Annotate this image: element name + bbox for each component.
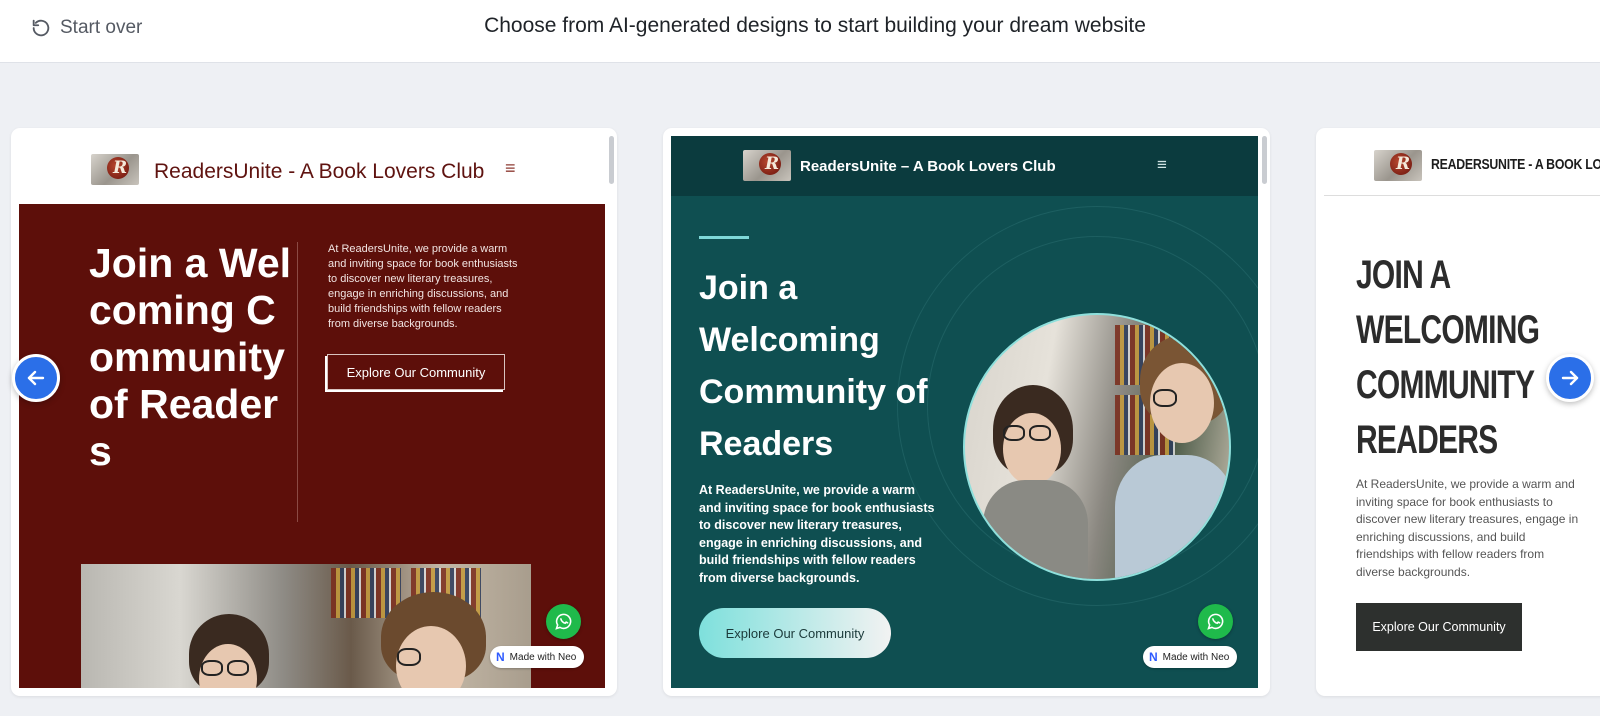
hero-headline: JOIN A WELCOMING COMMUNITY READERS bbox=[1356, 248, 1540, 468]
preview-navbar: R READERSUNITE - A BOOK LOV bbox=[1324, 136, 1600, 196]
hero-headline: Join a Welcoming Community of Readers bbox=[89, 240, 292, 474]
site-brand-name: ReadersUnite - A Book Lovers Club bbox=[154, 160, 485, 183]
hero-description: At ReadersUnite, we provide a warm and i… bbox=[1356, 477, 1579, 579]
hero-description: At ReadersUnite, we provide a warm and i… bbox=[328, 243, 518, 330]
hero-accent-rule bbox=[699, 236, 749, 239]
hero-headline-line: READERS bbox=[1356, 418, 1498, 462]
neo-logo-icon: N bbox=[1149, 650, 1158, 664]
design-card-1[interactable]: R ReadersUnite - A Book Lovers Club ≡ Jo… bbox=[11, 128, 617, 696]
hero-divider bbox=[297, 242, 298, 522]
preview-scrollbar[interactable] bbox=[609, 136, 614, 184]
previous-design-button[interactable] bbox=[12, 354, 60, 402]
design-preview-1: R ReadersUnite - A Book Lovers Club ≡ Jo… bbox=[19, 136, 605, 688]
top-bar: Start over Choose from AI-generated desi… bbox=[0, 0, 1600, 63]
explore-community-button: Explore Our Community bbox=[1356, 603, 1522, 651]
preview-scrollbar[interactable] bbox=[1262, 136, 1267, 184]
hero-headline-line: JOIN A bbox=[1356, 253, 1451, 297]
neo-logo-icon: N bbox=[496, 650, 505, 664]
site-brand-name: READERSUNITE - A BOOK LOV bbox=[1431, 156, 1600, 173]
arrow-left-icon bbox=[27, 370, 45, 386]
preview-navbar: R ReadersUnite – A Book Lovers Club ≡ bbox=[671, 136, 1258, 196]
whatsapp-icon bbox=[1198, 604, 1233, 639]
page-title: Choose from AI-generated designs to star… bbox=[484, 14, 1146, 37]
made-with-neo-label: Made with Neo bbox=[1162, 651, 1230, 663]
site-brand-name: ReadersUnite – A Book Lovers Club bbox=[800, 158, 1056, 175]
explore-community-button: Explore Our Community bbox=[699, 608, 891, 658]
design-preview-2: R ReadersUnite – A Book Lovers Club ≡ Jo… bbox=[671, 136, 1258, 688]
design-preview-3: R READERSUNITE - A BOOK LOV JOIN A WELCO… bbox=[1324, 136, 1600, 688]
hero-headline-line: WELCOMING bbox=[1356, 308, 1540, 352]
arrow-right-icon bbox=[1561, 370, 1579, 386]
next-design-button[interactable] bbox=[1546, 354, 1594, 402]
preview-navbar: R ReadersUnite - A Book Lovers Club ≡ bbox=[19, 136, 605, 204]
hero-photo bbox=[81, 564, 531, 688]
hero-description: At ReadersUnite, we provide a warm and i… bbox=[699, 483, 935, 585]
site-logo: R bbox=[1374, 150, 1422, 181]
made-with-neo-badge: N Made with Neo bbox=[490, 646, 585, 668]
site-logo: R bbox=[91, 154, 139, 185]
explore-community-button: Explore Our Community bbox=[327, 354, 505, 390]
hero-headline-line: COMMUNITY bbox=[1356, 363, 1535, 407]
whatsapp-icon bbox=[546, 604, 581, 639]
hero-headline: Join a Welcoming Community of Readers bbox=[699, 269, 928, 463]
preview-hero: Join a Welcoming Community of Readers At… bbox=[19, 204, 605, 688]
hamburger-menu-icon: ≡ bbox=[505, 158, 516, 178]
design-card-2[interactable]: R ReadersUnite – A Book Lovers Club ≡ Jo… bbox=[663, 128, 1270, 696]
site-logo: R bbox=[743, 150, 791, 181]
hamburger-menu-icon: ≡ bbox=[1157, 155, 1167, 174]
preview-hero: Join a Welcoming Community of Readers At… bbox=[671, 196, 1258, 688]
made-with-neo-badge: N Made with Neo bbox=[1143, 646, 1238, 668]
hero-photo bbox=[963, 313, 1231, 581]
made-with-neo-label: Made with Neo bbox=[509, 651, 577, 663]
design-card-3[interactable]: R READERSUNITE - A BOOK LOV JOIN A WELCO… bbox=[1316, 128, 1600, 696]
